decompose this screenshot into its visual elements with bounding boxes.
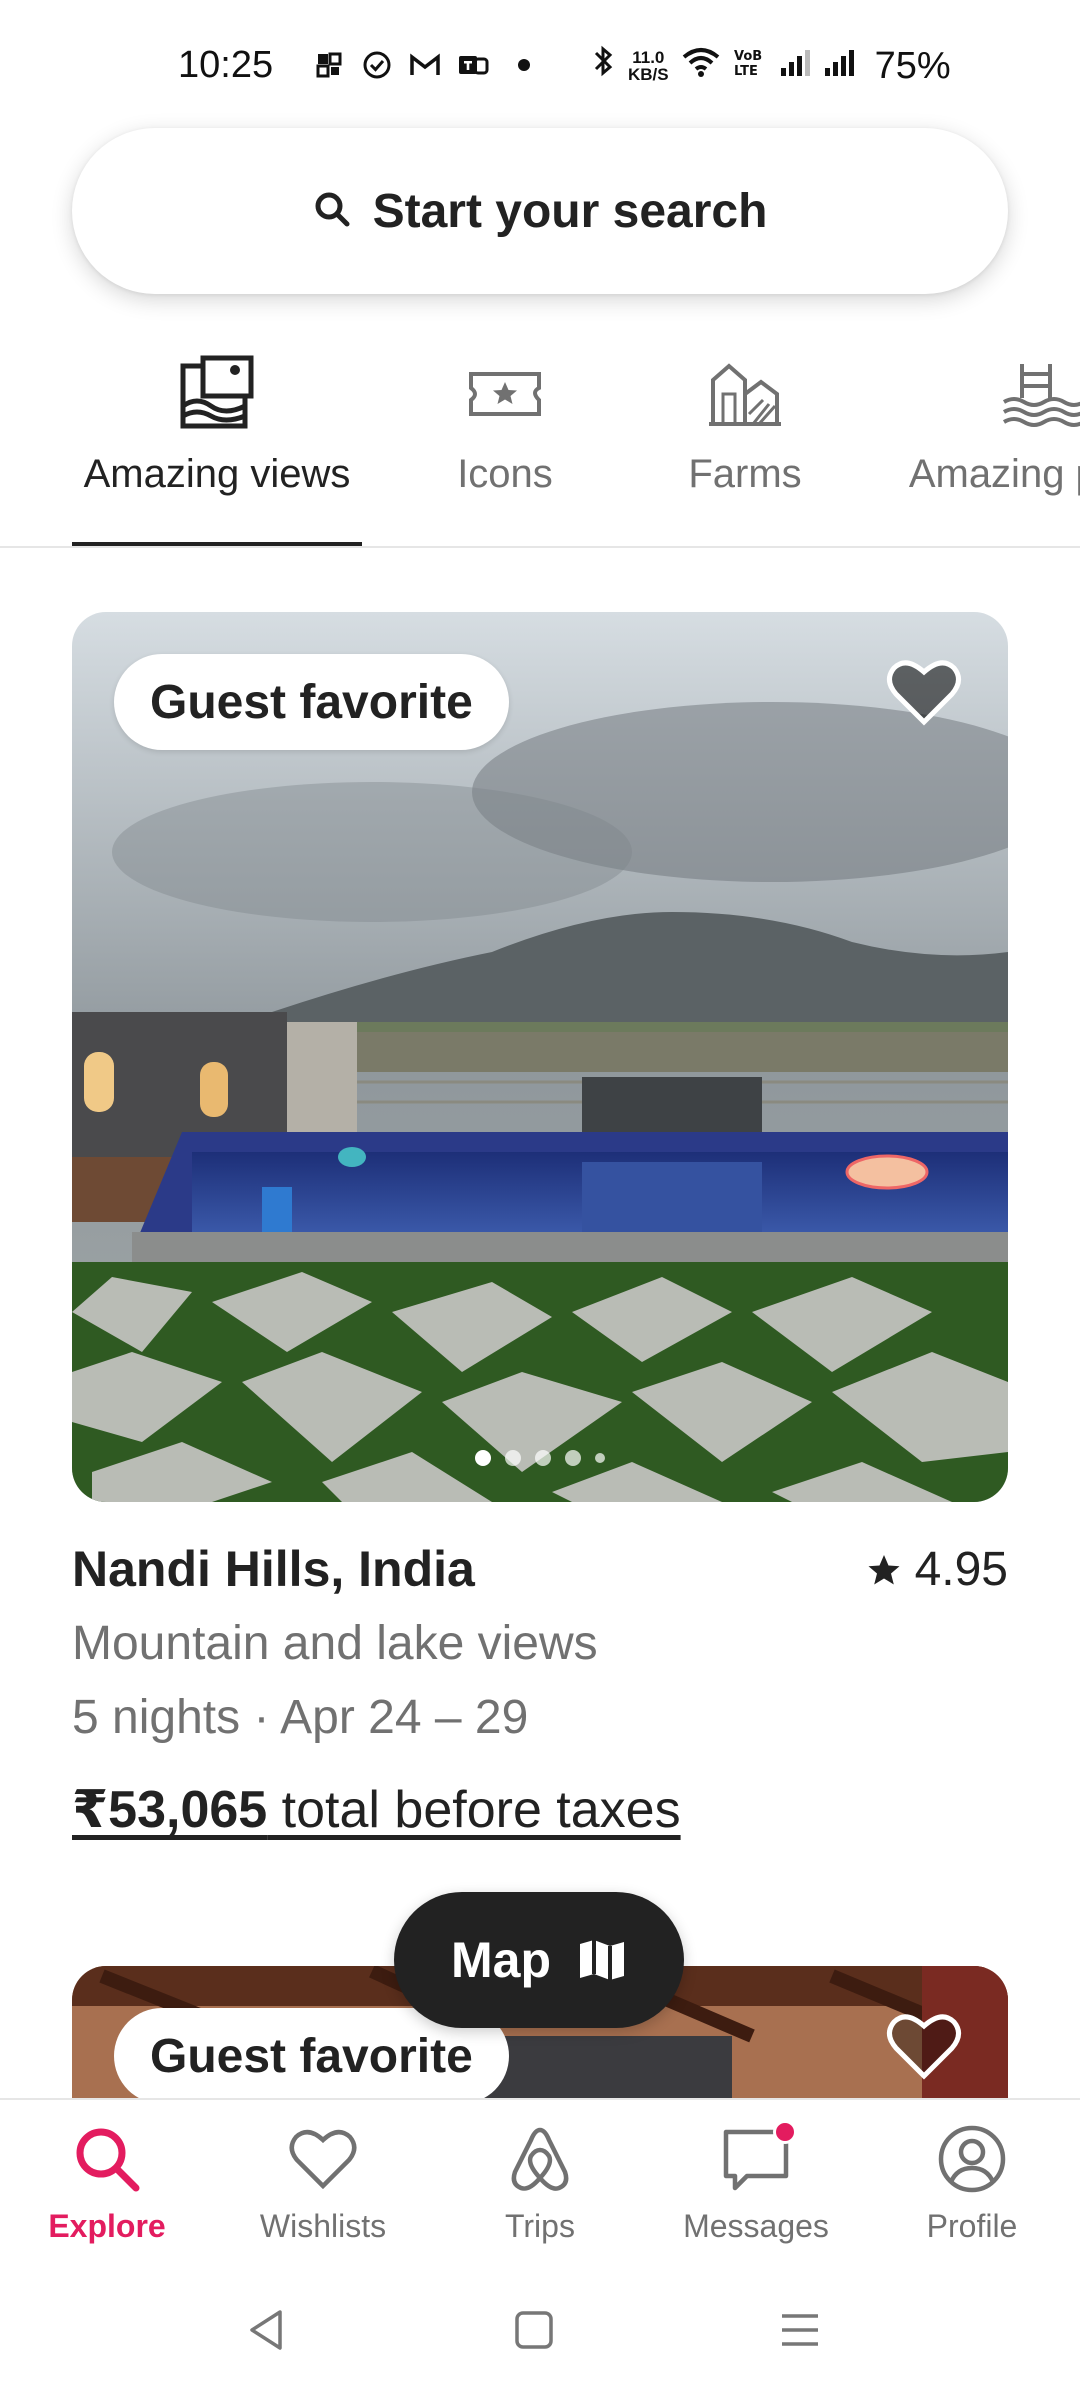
search-icon <box>313 190 351 233</box>
nav-wishlists[interactable]: Wishlists <box>233 2124 413 2245</box>
carousel-dot <box>595 1453 605 1463</box>
map-icon <box>580 1940 624 1980</box>
battery-level: 75% <box>874 44 951 87</box>
bluetooth-icon <box>592 44 616 88</box>
signal-2-icon <box>823 45 857 88</box>
check-circle-icon <box>360 48 394 82</box>
listing-rating: 4.95 <box>867 1542 1008 1597</box>
listing-title[interactable]: Nandi Hills, India <box>72 1540 475 1598</box>
tab-label: Farms <box>688 452 802 496</box>
search-bar[interactable]: Start your search <box>72 128 1008 294</box>
map-button[interactable]: Map <box>394 1892 684 2028</box>
gmail-icon <box>408 48 442 82</box>
notification-icons <box>312 48 530 82</box>
pool-icon <box>1002 364 1080 427</box>
tab-label: Amazing views <box>83 452 351 496</box>
guest-favorite-badge: Guest favorite <box>114 654 509 750</box>
nav-label: Messages <box>683 2208 829 2244</box>
volte-icon: VoB LTE <box>733 45 767 88</box>
status-time: 10:25 <box>178 44 274 86</box>
message-icon-wrap <box>721 2120 797 2194</box>
more-notifications-dot <box>518 59 530 71</box>
wifi-icon <box>681 45 721 88</box>
recents-menu-icon[interactable] <box>776 2306 824 2354</box>
system-status: 11.0 KB/S VoB LTE 75% <box>592 44 951 88</box>
teams-icon <box>456 48 490 82</box>
listing-price[interactable]: ₹53,065 total before taxes <box>72 1780 681 1840</box>
category-tabs: Amazing views Icons Farms Amazing pools <box>0 340 1080 548</box>
notification-dot <box>773 2120 797 2144</box>
net-speed-unit: KB/S <box>628 65 669 84</box>
rating-value: 4.95 <box>914 1543 1008 1596</box>
nav-messages[interactable]: Messages <box>666 2120 846 2245</box>
farm-barn-icon <box>709 363 781 426</box>
carousel-dot <box>535 1450 551 1466</box>
carousel-dot <box>475 1450 491 1466</box>
price-suffix: total before taxes <box>267 1781 681 1839</box>
bottom-navigation: Explore Wishlists Trips Messages Profile <box>0 2098 1080 2260</box>
app-notification-icon <box>312 48 346 82</box>
airbnb-logo-icon <box>511 2127 569 2191</box>
back-icon[interactable] <box>242 2306 290 2354</box>
star-icon <box>868 1554 900 1584</box>
search-label: Start your search <box>372 184 768 238</box>
nav-explore[interactable]: Explore <box>17 2124 197 2245</box>
tab-amazing-pools[interactable]: Amazing pools <box>890 340 1080 546</box>
tab-label: Amazing pools <box>908 452 1080 496</box>
tab-farms[interactable]: Farms <box>660 340 830 546</box>
mountain-view-icon <box>180 355 254 429</box>
status-bar: 10:25 11.0 KB/S VoB LTE 75% <box>0 0 1080 120</box>
price-amount: ₹53,065 <box>72 1781 268 1839</box>
system-navigation-bar <box>0 2260 1080 2400</box>
listing-subtitle: Mountain and lake views <box>72 1617 598 1670</box>
tab-amazing-views[interactable]: Amazing views <box>72 340 362 546</box>
tab-label: Icons <box>457 452 553 496</box>
signal-1-icon <box>779 45 811 88</box>
net-speed-value: 11.0 <box>632 48 665 67</box>
tab-icons[interactable]: Icons <box>420 340 590 546</box>
carousel-dot <box>565 1450 581 1466</box>
ticket-star-icon <box>469 372 541 416</box>
carousel-dot <box>505 1450 521 1466</box>
wishlist-heart-icon[interactable] <box>884 652 964 732</box>
home-icon[interactable] <box>510 2306 558 2354</box>
nav-label: Trips <box>505 2208 575 2244</box>
heart-icon <box>289 2130 357 2190</box>
svg-text:LTE: LTE <box>734 64 758 78</box>
nav-profile[interactable]: Profile <box>882 2124 1062 2245</box>
svg-text:VoB: VoB <box>734 49 762 64</box>
profile-icon <box>938 2125 1006 2193</box>
map-button-label: Map <box>451 1932 551 1988</box>
nav-label: Profile <box>926 2208 1018 2244</box>
active-tab-indicator <box>72 542 362 546</box>
nav-label: Wishlists <box>259 2208 387 2244</box>
nav-label: Explore <box>48 2208 166 2244</box>
photo-carousel-dots <box>72 1450 1008 1466</box>
net-speed: 11.0 KB/S <box>628 49 669 83</box>
listing-photo[interactable]: Guest favorite <box>72 612 1008 1502</box>
wishlist-heart-icon[interactable] <box>884 2006 964 2086</box>
nav-trips[interactable]: Trips <box>450 2124 630 2245</box>
listing-dates: 5 nights · Apr 24 – 29 <box>72 1691 529 1744</box>
search-icon <box>76 2128 140 2192</box>
